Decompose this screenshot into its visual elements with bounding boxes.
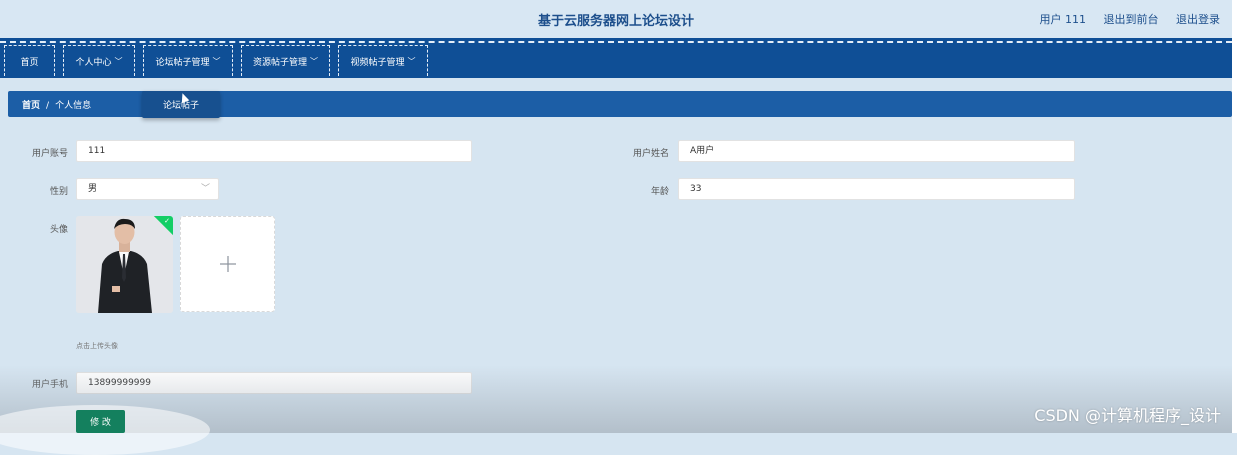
avatar-upload-button[interactable] (180, 216, 275, 312)
account-input[interactable]: 111 (76, 140, 472, 162)
name-label: 用户姓名 (632, 149, 669, 159)
gender-value: 男 (88, 184, 98, 194)
avatar-label: 头像 (49, 225, 68, 235)
check-icon: ✓ (164, 217, 170, 225)
nav-home[interactable]: 首页 (4, 45, 55, 76)
front-link[interactable]: 退出到前台 (1104, 13, 1159, 26)
nav-video-posts[interactable]: 视频帖子管理 ﹀ (338, 45, 428, 76)
upload-hint: 点击上传头像 (76, 342, 118, 350)
avatar[interactable]: ✓ (76, 216, 173, 313)
phone-label: 用户手机 (31, 380, 68, 390)
top-links: 用户 111 退出到前台 退出登录 (1026, 11, 1221, 27)
nav-personal[interactable]: 个人中心 ﹀ (63, 45, 135, 76)
name-input[interactable]: A用户 (678, 140, 1075, 162)
gender-select[interactable]: 男 ﹀ (76, 178, 219, 200)
breadcrumb: 首页 / 个人信息 (22, 98, 91, 111)
breadcrumb-home[interactable]: 首页 (22, 101, 40, 111)
nav-dashed-divider (0, 41, 1232, 43)
nav-home-label: 首页 (20, 57, 39, 68)
chevron-down-icon: ﹀ (310, 56, 318, 66)
top-header: 基于云服务器网上论坛设计 用户 111 退出到前台 退出登录 (0, 0, 1232, 38)
age-label: 年龄 (650, 187, 669, 197)
nav-video-posts-label: 视频帖子管理 (350, 57, 405, 68)
nav-forum-posts-label: 论坛帖子管理 (155, 57, 210, 68)
right-edge-strip (1232, 0, 1237, 433)
logout-link[interactable]: 退出登录 (1176, 13, 1220, 26)
nav-forum-posts[interactable]: 论坛帖子管理 ﹀ (143, 45, 233, 76)
user-label: 用户 111 (1039, 13, 1087, 26)
breadcrumb-separator: / (46, 101, 50, 111)
nav-resource-posts[interactable]: 资源帖子管理 ﹀ (241, 45, 330, 76)
modify-button[interactable]: 修 改 (76, 410, 125, 433)
chevron-down-icon: ﹀ (407, 56, 416, 66)
breadcrumb-current: 个人信息 (55, 101, 92, 111)
phone-input[interactable]: 13899999999 (76, 372, 472, 394)
plus-icon (219, 256, 236, 272)
gender-label: 性别 (49, 187, 68, 197)
age-input[interactable]: 33 (678, 178, 1075, 200)
main-nav: 首页 个人中心 ﹀ 论坛帖子管理 ﹀ 资源帖子管理 ﹀ 视频帖子管理 ﹀ (0, 38, 1232, 78)
chevron-down-icon: ﹀ (212, 56, 221, 66)
chevron-down-icon: ﹀ (200, 184, 210, 194)
chevron-down-icon: ﹀ (114, 56, 123, 66)
watermark: CSDN @计算机程序_设计 (1034, 406, 1221, 425)
account-label: 用户账号 (31, 149, 68, 159)
person-photo-icon (76, 216, 173, 313)
nav-resource-posts-label: 资源帖子管理 (252, 57, 307, 68)
nav-personal-label: 个人中心 (75, 57, 112, 68)
